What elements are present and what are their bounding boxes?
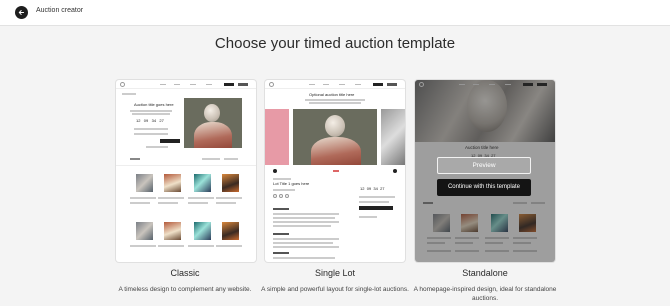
preview-nav [265,80,405,89]
template-card-standalone[interactable]: Auction title here 12 09 34 27 Preview C… [415,80,555,262]
back-button[interactable] [15,6,28,19]
preview-countdown: 12 09 34 27 [360,186,385,191]
preview-nav [116,80,256,89]
preview-hero-image [184,98,242,148]
preview-button[interactable]: Preview [437,157,531,174]
preview-countdown: 12 09 34 27 [136,118,164,123]
page-title: Auction creator [36,7,84,14]
template-desc-single-lot: A simple and powerful layout for single-… [261,286,409,293]
template-name-standalone: Standalone [462,268,508,278]
template-desc-classic: A timeless design to complement any webs… [118,286,252,293]
template-desc-standalone: A homepage-inspired design, ideal for st… [413,286,557,302]
preview-hero-image [293,109,377,165]
preview-title: Optional auction title here [309,92,355,97]
arrow-left-icon [18,10,25,15]
top-bar: Auction creator [0,0,670,26]
section-heading: Choose your timed auction template [214,35,456,52]
continue-button[interactable]: Continue with this template [437,179,531,196]
template-card-single-lot[interactable]: Optional auction title here Lot Title 1 … [265,80,405,262]
preview-title: Auction title goes here [134,102,174,107]
template-card-classic[interactable]: Auction title goes here 12 09 34 27 [116,80,256,262]
preview-lot-title: Lot Title 1 goes here [273,181,310,186]
